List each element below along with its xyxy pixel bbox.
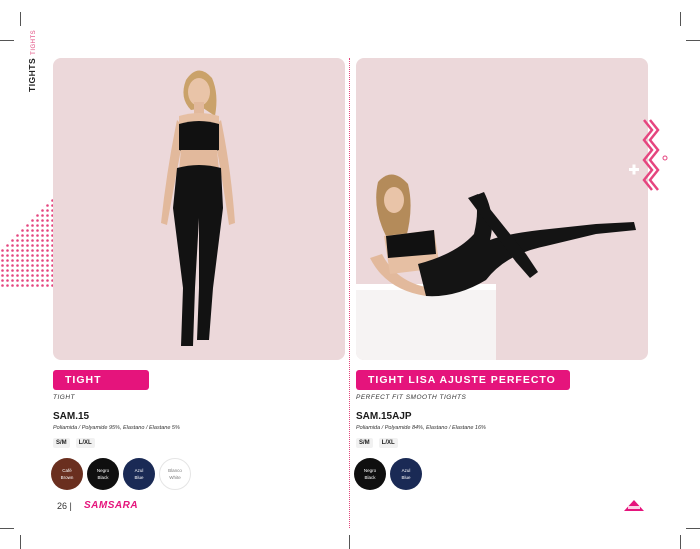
- right-product-photo: [356, 58, 648, 360]
- color-name: Blanco: [168, 468, 182, 473]
- crop-mark: [680, 535, 681, 549]
- product-title: TIGHT: [65, 374, 102, 386]
- color-name: Negro: [96, 468, 110, 473]
- color-swatch-black: Negro Black: [87, 458, 119, 490]
- crop-mark: [686, 40, 700, 41]
- product-subtitle: TIGHT: [53, 394, 75, 401]
- section-label: TIGHTS: [27, 57, 37, 92]
- size-list: S/M L/XL: [356, 438, 398, 448]
- size-option: L/XL: [378, 438, 398, 448]
- color-name-en: Brown: [60, 475, 74, 480]
- product-title: TIGHT LISA AJUSTE PERFECTO: [368, 374, 556, 386]
- color-name: Azul: [401, 468, 411, 473]
- color-name-en: Blue: [401, 475, 411, 480]
- crop-mark: [680, 12, 681, 26]
- size-list: S/M L/XL: [53, 438, 95, 448]
- crop-mark: [349, 535, 350, 549]
- crop-mark: [0, 40, 14, 41]
- product-subtitle: PERFECT FIT SMOOTH TIGHTS: [356, 394, 467, 401]
- color-swatch-brown: Café Brown: [51, 458, 83, 490]
- section-sublabel: TIGHTS: [31, 29, 37, 55]
- color-name-en: White: [169, 475, 181, 480]
- color-name: Azul: [134, 468, 144, 473]
- color-name-en: Black: [97, 475, 109, 480]
- color-swatch-list: Café Brown Negro Black Azul Blue Blanco …: [51, 458, 191, 490]
- product-title-pill: TIGHT LISA AJUSTE PERFECTO: [356, 370, 570, 390]
- left-product-photo: [53, 58, 345, 360]
- product-composition: Poliamida / Polyamide 95%, Elastano / El…: [53, 425, 180, 431]
- color-name-en: Black: [364, 475, 376, 480]
- model-reclining-image: [356, 174, 636, 360]
- size-option: S/M: [356, 438, 373, 448]
- page-number: 26 |: [57, 501, 72, 511]
- crop-mark: [0, 528, 14, 529]
- color-swatch-black: Negro Black: [354, 458, 386, 490]
- zigzag-decoration: [629, 119, 668, 191]
- crop-mark: [20, 12, 21, 26]
- brand-mark-icon: [624, 500, 644, 511]
- color-swatch-white: Blanco White: [159, 458, 191, 490]
- product-code: SAM.15AJP: [356, 411, 412, 422]
- crop-mark: [686, 528, 700, 529]
- color-name-en: Blue: [134, 475, 144, 480]
- section-side-label: TIGHTS TIGHTS: [27, 30, 41, 92]
- product-title-pill: TIGHT: [53, 370, 149, 390]
- color-swatch-list: Negro Black Azul Blue: [354, 458, 422, 490]
- model-standing-image: [161, 70, 235, 346]
- product-code: SAM.15: [53, 411, 90, 422]
- color-swatch-blue: Azul Blue: [390, 458, 422, 490]
- color-swatch-blue: Azul Blue: [123, 458, 155, 490]
- size-option: L/XL: [75, 438, 95, 448]
- color-name: Negro: [363, 468, 377, 473]
- page-divider: [349, 58, 350, 528]
- product-composition: Poliamida / Polyamide 84%, Elastano / El…: [356, 425, 486, 431]
- brand-logo: SAMSARA: [84, 500, 139, 511]
- size-option: S/M: [53, 438, 70, 448]
- color-name: Café: [62, 468, 72, 473]
- crop-mark: [20, 535, 21, 549]
